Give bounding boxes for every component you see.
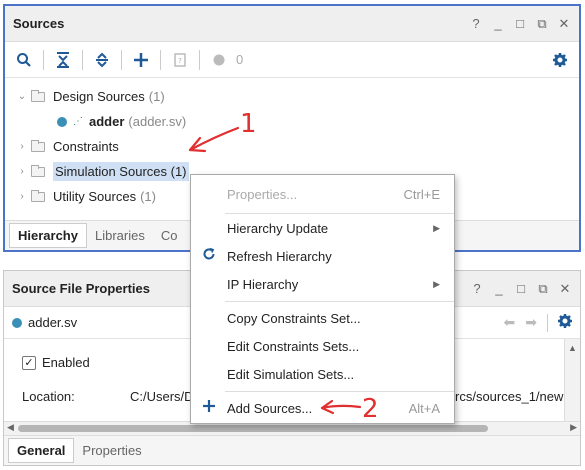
gear-icon[interactable] <box>547 47 573 73</box>
tree-count-design-sources: (1) <box>148 89 165 104</box>
tree-file-adder: (adder.sv) <box>128 114 187 129</box>
module-dot-icon <box>57 116 67 127</box>
close-icon[interactable]: ✕ <box>558 281 572 297</box>
tab-libraries[interactable]: Libraries <box>87 224 153 247</box>
menu-label-add-sources: Add Sources... <box>227 400 313 416</box>
expand-all-icon[interactable] <box>89 47 115 73</box>
tree-item-adder[interactable]: ⋰ adder (adder.sv) <box>5 109 579 134</box>
sources-window-controls: ? _ □ ⧉ ✕ <box>469 16 571 32</box>
sources-titlebar: Sources ? _ □ ⧉ ✕ <box>5 6 579 42</box>
menu-item-refresh-hierarchy[interactable]: Refresh Hierarchy <box>191 243 454 269</box>
help-icon[interactable]: ? <box>469 16 483 31</box>
location-row: Location: C:/Users/D <box>22 389 194 404</box>
location-value-left: C:/Users/D <box>130 389 194 404</box>
sfp-tabs: General Properties <box>4 435 580 465</box>
arrow-right-icon[interactable]: ➡ <box>525 314 537 331</box>
tab-hierarchy[interactable]: Hierarchy <box>9 223 87 248</box>
tab-compile-order[interactable]: Co <box>153 224 186 247</box>
menu-shortcut-add-sources: Alt+A <box>408 400 440 416</box>
menu-label-edit-constraints-sets: Edit Constraints Sets... <box>227 338 360 354</box>
tree-count-simulation-sources: (1) <box>170 164 187 179</box>
float-icon[interactable]: ⧉ <box>535 16 549 32</box>
menu-label-refresh-hierarchy: Refresh Hierarchy <box>227 248 332 264</box>
sfp-window-controls: ? _ □ ⧉ ✕ <box>470 281 572 297</box>
tree-label-simulation-sources: Simulation Sources <box>55 164 167 179</box>
tree-label-design-sources: Design Sources <box>53 89 145 104</box>
menu-item-hierarchy-update[interactable]: Hierarchy Update ▶ <box>191 215 454 241</box>
sfp-file-name: adder.sv <box>28 315 78 330</box>
enabled-label: Enabled <box>42 355 90 370</box>
refresh-icon <box>191 247 227 266</box>
menu-item-ip-hierarchy[interactable]: IP Hierarchy ▶ <box>191 271 454 297</box>
status-count: 0 <box>236 52 244 67</box>
scroll-right-icon[interactable]: ▶ <box>570 422 577 433</box>
tree-label-adder: adder <box>89 114 125 129</box>
menu-label-edit-simulation-sets: Edit Simulation Sets... <box>227 366 355 382</box>
menu-label-ip-hierarchy: IP Hierarchy <box>227 276 299 292</box>
chevron-right-icon[interactable]: › <box>15 191 29 202</box>
file-dot-icon <box>12 317 22 328</box>
menu-label-properties: Properties... <box>227 186 298 202</box>
menu-item-edit-constraints-sets[interactable]: Edit Constraints Sets... <box>191 333 454 359</box>
close-icon[interactable]: ✕ <box>557 16 571 32</box>
tree-count-utility-sources: (1) <box>140 189 156 204</box>
sources-toolbar: ? 0 <box>5 42 579 78</box>
folder-icon <box>31 189 45 202</box>
chevron-down-icon[interactable]: ⌄ <box>15 91 29 102</box>
gear-icon[interactable] <box>558 314 572 331</box>
scroll-left-icon[interactable]: ◀ <box>7 422 14 433</box>
float-icon[interactable]: ⧉ <box>536 281 550 297</box>
enabled-checkbox[interactable]: ✓ <box>22 355 36 370</box>
folder-icon <box>31 164 45 177</box>
hierarchy-icon: ⋰ <box>73 116 83 127</box>
maximize-icon[interactable]: □ <box>513 16 527 31</box>
collapse-all-icon[interactable] <box>50 47 76 73</box>
folder-icon <box>31 89 45 102</box>
chevron-right-icon[interactable]: › <box>15 141 29 152</box>
tree-item-design-sources[interactable]: ⌄ Design Sources (1) <box>5 84 579 109</box>
help-icon[interactable]: ? <box>470 281 484 296</box>
menu-item-add-sources[interactable]: Add Sources... Alt+A <box>191 395 454 421</box>
location-value-right: rcs/sources_1/new <box>455 389 564 404</box>
location-label: Location: <box>22 389 75 404</box>
search-icon[interactable] <box>11 47 37 73</box>
minimize-icon[interactable]: _ <box>492 281 506 296</box>
submenu-arrow-icon: ▶ <box>433 278 440 289</box>
tab-general[interactable]: General <box>8 438 75 463</box>
menu-item-edit-simulation-sets[interactable]: Edit Simulation Sets... <box>191 361 454 387</box>
location-value-tail: rcs/sources_1/new <box>455 389 563 404</box>
tree-label-utility-sources: Utility Sources <box>53 189 137 204</box>
tree-item-constraints[interactable]: › Constraints <box>5 134 579 159</box>
menu-label-copy-constraints-set: Copy Constraints Set... <box>227 310 361 326</box>
plus-icon <box>191 399 227 417</box>
scroll-thumb[interactable] <box>18 425 488 432</box>
tree-label-constraints: Constraints <box>53 139 119 154</box>
context-menu: Properties... Ctrl+E Hierarchy Update ▶ … <box>190 174 455 424</box>
enabled-row[interactable]: ✓ Enabled <box>22 355 90 370</box>
menu-shortcut-properties: Ctrl+E <box>403 186 440 202</box>
menu-item-copy-constraints-set[interactable]: Copy Constraints Set... <box>191 305 454 331</box>
svg-text:?: ? <box>178 57 182 65</box>
tab-properties[interactable]: Properties <box>74 439 149 462</box>
minimize-icon[interactable]: _ <box>491 16 505 31</box>
file-icon[interactable]: ? <box>167 47 193 73</box>
arrow-left-icon[interactable]: ⬅ <box>504 314 516 331</box>
menu-label-hierarchy-update: Hierarchy Update <box>227 220 329 236</box>
sources-title: Sources <box>13 16 65 31</box>
status-dot-icon <box>206 47 232 73</box>
scroll-up-icon[interactable]: ▲ <box>568 343 577 353</box>
menu-item-properties[interactable]: Properties... Ctrl+E <box>191 181 454 207</box>
chevron-right-icon[interactable]: › <box>15 166 29 177</box>
maximize-icon[interactable]: □ <box>514 281 528 296</box>
add-icon[interactable] <box>128 47 154 73</box>
submenu-arrow-icon: ▶ <box>433 222 440 233</box>
sfp-nav: ⬅ ➡ <box>504 313 572 332</box>
folder-icon <box>31 139 45 152</box>
